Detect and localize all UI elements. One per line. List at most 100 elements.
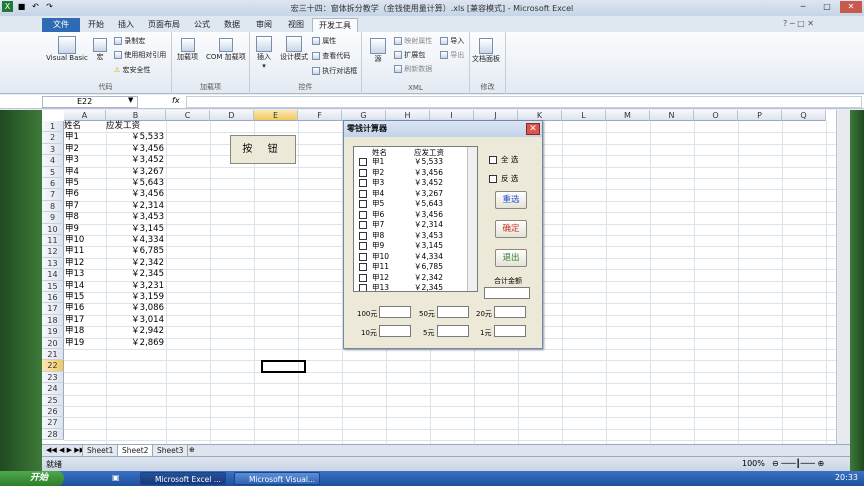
row-header[interactable]: 26 (42, 406, 64, 418)
taskbar-vba[interactable]: Microsoft Visual... (234, 472, 320, 485)
macro-security-button[interactable]: ⚠ 宏安全性 (114, 65, 151, 75)
name-cell[interactable]: 甲6 (65, 189, 79, 200)
name-cell[interactable]: 甲15 (65, 292, 84, 303)
salary-cell[interactable]: ￥5,533 (106, 132, 164, 143)
name-cell[interactable]: 甲8 (65, 212, 79, 223)
name-cell[interactable]: 甲3 (65, 155, 79, 166)
visual-basic-button[interactable]: Visual Basic (44, 36, 90, 62)
name-cell[interactable]: 甲7 (65, 201, 79, 212)
row-header[interactable]: 8 (42, 200, 64, 213)
start-button[interactable]: 开始 (0, 471, 64, 486)
name-box[interactable]: E22 (42, 96, 138, 108)
list-item-checkbox[interactable] (359, 284, 367, 291)
list-item[interactable]: 甲2 ￥3,456 (354, 168, 468, 179)
row-header[interactable]: 19 (42, 326, 64, 338)
select-all-checkbox[interactable]: 全 选 (489, 154, 518, 165)
list-item-checkbox[interactable] (359, 273, 367, 282)
vertical-scrollbar[interactable] (836, 110, 850, 444)
selected-cell-e22[interactable] (261, 360, 306, 373)
denom-100-field[interactable] (379, 306, 411, 318)
salary-cell[interactable]: ￥3,452 (106, 155, 164, 166)
dialog-close-button[interactable]: ✕ (526, 123, 540, 135)
name-cell[interactable]: 甲18 (65, 326, 84, 337)
column-header[interactable]: E (254, 110, 298, 121)
row-header[interactable]: 24 (42, 383, 64, 395)
list-item[interactable]: 甲13 ￥2,345 (354, 283, 468, 291)
row-header[interactable]: 20 (42, 337, 64, 349)
design-mode-button[interactable]: 设计模式 (280, 36, 308, 62)
refresh-data-button[interactable]: 刷新数据 (394, 64, 432, 74)
name-cell[interactable]: 甲14 (65, 281, 84, 292)
row-header[interactable]: 17 (42, 303, 64, 315)
salary-cell[interactable]: ￥2,314 (106, 201, 164, 212)
tab-review[interactable]: 审阅 (250, 18, 278, 32)
row-header[interactable]: 16 (42, 292, 64, 304)
denom-20-field[interactable] (494, 306, 526, 318)
column-header[interactable]: B (106, 110, 166, 121)
row-header[interactable]: 2 (42, 132, 64, 144)
list-item-checkbox[interactable] (359, 263, 367, 271)
tab-data[interactable]: 数据 (218, 18, 246, 32)
salary-cell[interactable]: ￥5,643 (106, 178, 164, 189)
addins-button[interactable]: 加载项 (177, 38, 198, 62)
sheet-button[interactable]: 按 钮 (230, 135, 296, 164)
column-header[interactable]: O (694, 110, 738, 121)
insert-control-button[interactable]: 插入 ▾ (256, 36, 272, 70)
listbox-scrollbar[interactable] (467, 147, 477, 291)
employee-listbox[interactable]: 姓名 应发工资 甲1 ￥5,533 甲2 ￥3,456 甲3 ￥3,452 甲4 ￥3,267… (353, 146, 478, 292)
list-item-checkbox[interactable] (359, 231, 367, 240)
list-item-checkbox[interactable] (359, 221, 367, 229)
denom-1-field[interactable] (494, 325, 526, 337)
header-name-cell[interactable]: 姓名 (64, 121, 81, 132)
row-header[interactable]: 4 (42, 155, 64, 167)
list-item-checkbox[interactable] (359, 252, 367, 261)
salary-cell[interactable]: ￥6,785 (106, 246, 164, 257)
salary-cell[interactable]: ￥4,334 (106, 235, 164, 246)
denom-5-field[interactable] (437, 325, 469, 337)
invert-selection-checkbox[interactable]: 反 选 (489, 173, 518, 184)
list-item[interactable]: 甲6 ￥3,456 (354, 210, 468, 221)
column-header[interactable]: N (650, 110, 694, 121)
row-header[interactable]: 13 (42, 257, 64, 270)
salary-cell[interactable]: ￥2,342 (106, 258, 164, 269)
name-cell[interactable]: 甲17 (65, 315, 84, 326)
row-header[interactable]: 28 (42, 428, 64, 441)
confirm-button[interactable]: 确定 (495, 220, 527, 238)
name-cell[interactable]: 甲11 (65, 246, 84, 257)
name-cell[interactable]: 甲2 (65, 144, 79, 155)
list-item[interactable]: 甲1 ￥5,533 (354, 157, 468, 168)
total-amount-field[interactable] (484, 287, 530, 299)
salary-cell[interactable]: ￥3,145 (106, 224, 164, 235)
help-icon[interactable]: ? ─ □ ✕ (783, 19, 814, 28)
row-header[interactable]: 18 (42, 314, 64, 327)
column-header[interactable]: M (606, 110, 650, 121)
name-cell[interactable]: 甲4 (65, 167, 79, 178)
sheet-nav-icon[interactable]: ◀◀ ◀ ▶ ▶▶ (46, 446, 85, 454)
salary-cell[interactable]: ￥3,231 (106, 281, 164, 292)
salary-cell[interactable]: ￥3,267 (106, 167, 164, 178)
row-header[interactable]: 25 (42, 394, 64, 406)
row-header[interactable]: 15 (42, 280, 64, 292)
denom-10-field[interactable] (379, 325, 411, 337)
salary-cell[interactable]: ￥3,014 (106, 315, 164, 326)
name-cell[interactable]: 甲13 (65, 269, 84, 280)
salary-cell[interactable]: ￥3,453 (106, 212, 164, 223)
list-item-checkbox[interactable] (359, 179, 367, 187)
document-panel-button[interactable]: 文档面板 (472, 38, 500, 64)
tab-view[interactable]: 视图 (282, 18, 310, 32)
reselect-button[interactable]: 重选 (495, 191, 527, 209)
import-button[interactable]: 导入 (440, 36, 464, 46)
row-header[interactable]: 14 (42, 269, 64, 281)
zoom-level[interactable]: 100% (742, 459, 765, 468)
list-item[interactable]: 甲10 ￥4,334 (354, 252, 468, 263)
maximize-button[interactable]: □ (816, 1, 838, 13)
row-header[interactable]: 5 (42, 166, 64, 178)
run-dialog-button[interactable]: 执行对话框 (312, 66, 357, 76)
row-header[interactable]: 27 (42, 417, 64, 429)
map-properties-button[interactable]: 映射属性 (394, 36, 432, 46)
column-header[interactable]: P (738, 110, 782, 121)
tab-insert[interactable]: 插入 (112, 18, 140, 32)
list-item[interactable]: 甲5 ￥5,643 (354, 199, 468, 210)
expansion-pack-button[interactable]: 扩展包 (394, 50, 425, 60)
close-button[interactable]: ✕ (840, 1, 862, 13)
